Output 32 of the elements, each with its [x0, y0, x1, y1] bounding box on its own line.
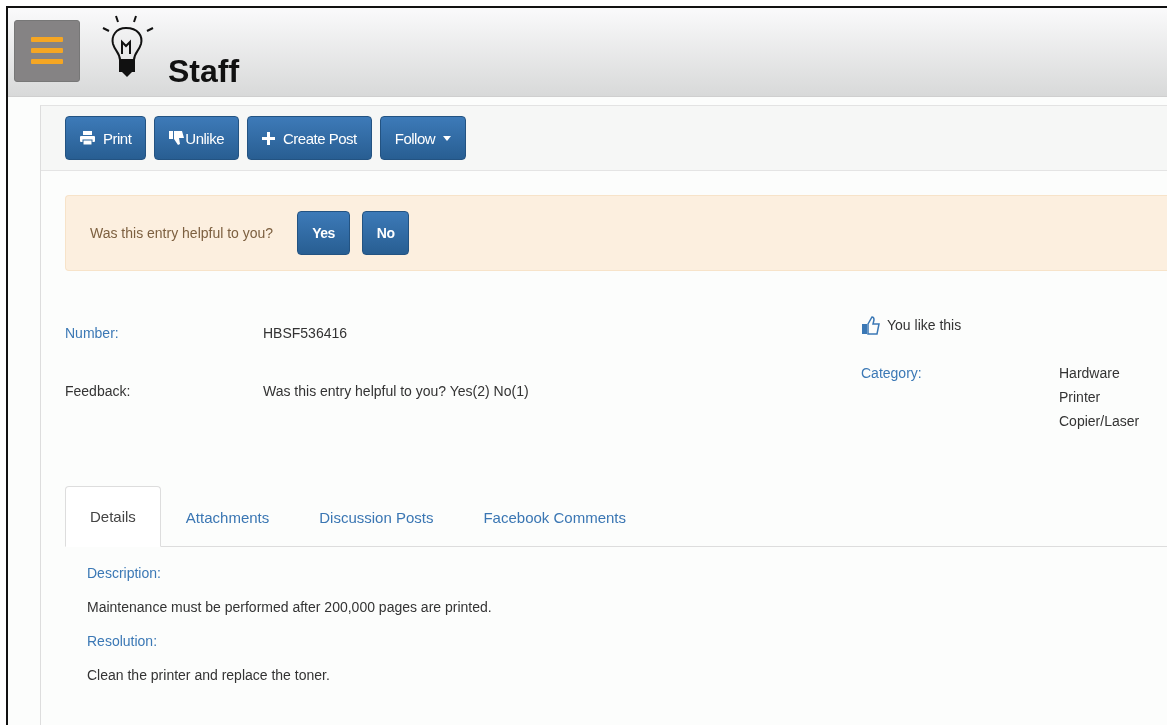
category-value: Printer: [1059, 389, 1102, 405]
category-value: Copier/Laser: [1059, 413, 1140, 429]
answer-button[interactable]: Yes: [297, 211, 350, 255]
tab[interactable]: Attachments: [160, 486, 295, 547]
thumbs-up-icon: [861, 315, 881, 335]
category-value: Hardware: [1059, 365, 1121, 381]
menu-button[interactable]: [14, 20, 80, 82]
section-heading: Resolution:: [87, 633, 159, 649]
tab[interactable]: Details: [65, 486, 161, 547]
menu-icon: [31, 37, 63, 65]
printer-icon: [80, 131, 95, 145]
tab[interactable]: Facebook Comments: [458, 486, 651, 547]
field-value: HBSF536416: [263, 325, 348, 341]
tab[interactable]: Discussion Posts: [294, 486, 459, 547]
caret-icon: [443, 135, 452, 141]
field-value: Was this entry helpful to you? Yes(2) No(1): [263, 383, 529, 399]
dropdown-button[interactable]: Follow: [379, 116, 467, 160]
plus-icon: [262, 131, 276, 145]
field-label: Feedback:: [65, 383, 132, 399]
feedback-question: Was this entry helpful to you?: [90, 225, 274, 241]
toolbar-button[interactable]: Print: [65, 116, 147, 160]
section-heading: Description:: [87, 565, 162, 581]
answer-button[interactable]: No: [361, 211, 410, 255]
page-title: Staff: [168, 53, 240, 90]
like-text: You like this: [887, 317, 962, 333]
toolbar-button[interactable]: Create Post: [247, 116, 372, 160]
field-label: Category:: [861, 365, 923, 383]
field-label: Number:: [65, 325, 120, 341]
thumbs-down-icon: [169, 131, 186, 145]
toolbar-button[interactable]: Unlike: [154, 116, 240, 160]
section-text: Clean the printer and replace the toner.: [87, 667, 331, 683]
section-text: Maintenance must be performed after 200,000 pages are printed.: [87, 599, 493, 615]
